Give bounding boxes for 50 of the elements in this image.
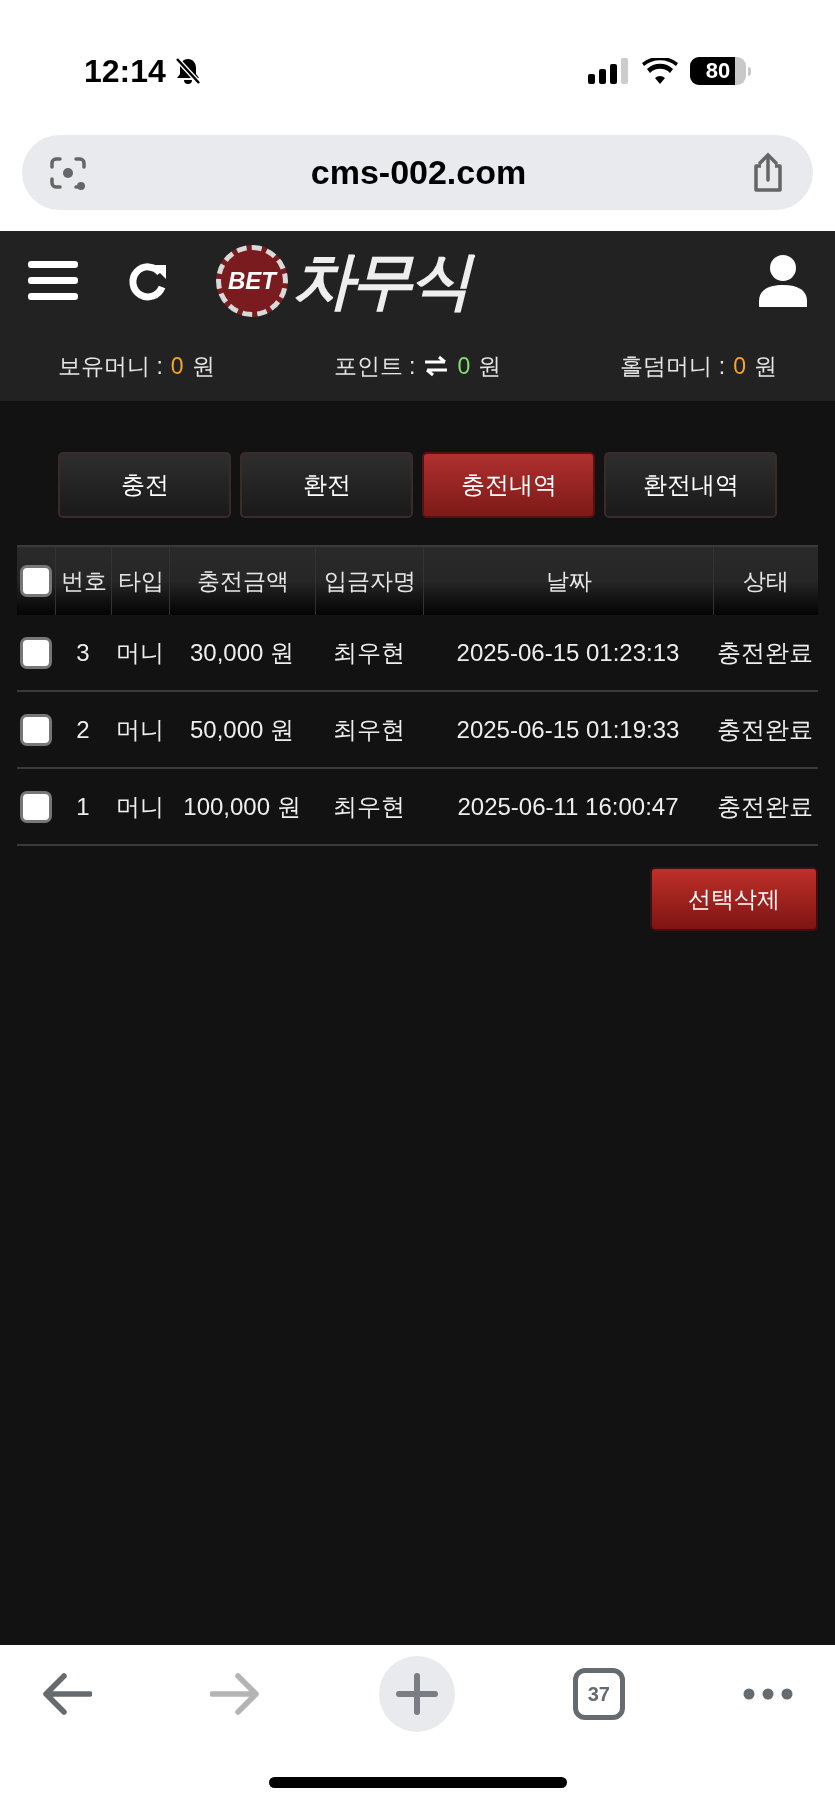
menu-icon[interactable] — [28, 259, 78, 303]
column-header: 상태 — [742, 566, 789, 596]
table-cell-text: 3 — [76, 637, 90, 668]
table-cell-text: 30,000 원 — [189, 637, 295, 668]
column-header: 날짜 — [545, 566, 592, 596]
user-icon[interactable] — [759, 255, 807, 307]
tab-count-button[interactable]: 37 — [572, 1668, 625, 1720]
column-header: 번호 — [60, 566, 107, 596]
wifi-icon — [642, 58, 678, 84]
muted-bell-icon — [173, 56, 202, 86]
table-cell-text: 최우현 — [333, 637, 405, 668]
table-cell-text: 2 — [76, 714, 90, 745]
site-logo[interactable]: BET 차무식 — [216, 239, 481, 323]
more-icon[interactable] — [743, 1688, 793, 1700]
signal-icon — [588, 58, 630, 84]
table-cell-text: 충전완료 — [717, 637, 813, 668]
address-bar[interactable]: cms-002.com — [22, 135, 813, 210]
tab[interactable]: 환전 — [240, 452, 413, 518]
new-tab-button[interactable] — [378, 1656, 455, 1732]
delete-selected-button[interactable]: 선택삭제 — [650, 867, 818, 931]
checkbox[interactable] — [20, 790, 52, 823]
back-arrow-icon[interactable] — [42, 1673, 92, 1715]
column-header: 입금자명 — [323, 566, 416, 596]
table-cell-text: 100,000 원 — [183, 791, 301, 822]
table-cell-text: 최우현 — [333, 714, 405, 745]
tab[interactable]: 환전내역 — [604, 452, 777, 518]
column-header: 타입 — [117, 566, 164, 596]
table-cell-text: 2025-06-11 16:00:47 — [457, 791, 679, 822]
balance-item: 홀덤머니 : 0 원 — [620, 351, 777, 381]
checkbox[interactable] — [20, 713, 52, 746]
exchange-arrows-icon — [423, 355, 450, 377]
table-cell-text: 50,000 원 — [189, 714, 295, 745]
balance-item: 보유머니 : 0 원 — [58, 351, 215, 381]
balance-item: 포인트 : 0 원 — [333, 351, 502, 381]
column-header: 충전금액 — [196, 566, 289, 596]
table-cell-text: 충전완료 — [717, 791, 813, 822]
table-cell-text: 2025-06-15 01:23:13 — [456, 637, 680, 668]
table-cell-text: 머니 — [116, 637, 164, 668]
table-cell-text: 머니 — [116, 714, 164, 745]
url-text: cms-002.com — [310, 152, 527, 193]
table-cell-text: 1 — [76, 791, 90, 822]
table-cell-text: 최우현 — [333, 791, 405, 822]
checkbox[interactable] — [20, 565, 52, 597]
checkbox[interactable] — [20, 636, 52, 669]
status-time: 12:14 — [84, 52, 166, 91]
tab[interactable]: 충전 — [58, 452, 231, 518]
table-cell-text: 머니 — [116, 791, 164, 822]
tab[interactable]: 충전내역 — [422, 452, 595, 518]
table-cell-text: 2025-06-15 01:19:33 — [456, 714, 680, 745]
table-cell-text: 충전완료 — [717, 714, 813, 745]
